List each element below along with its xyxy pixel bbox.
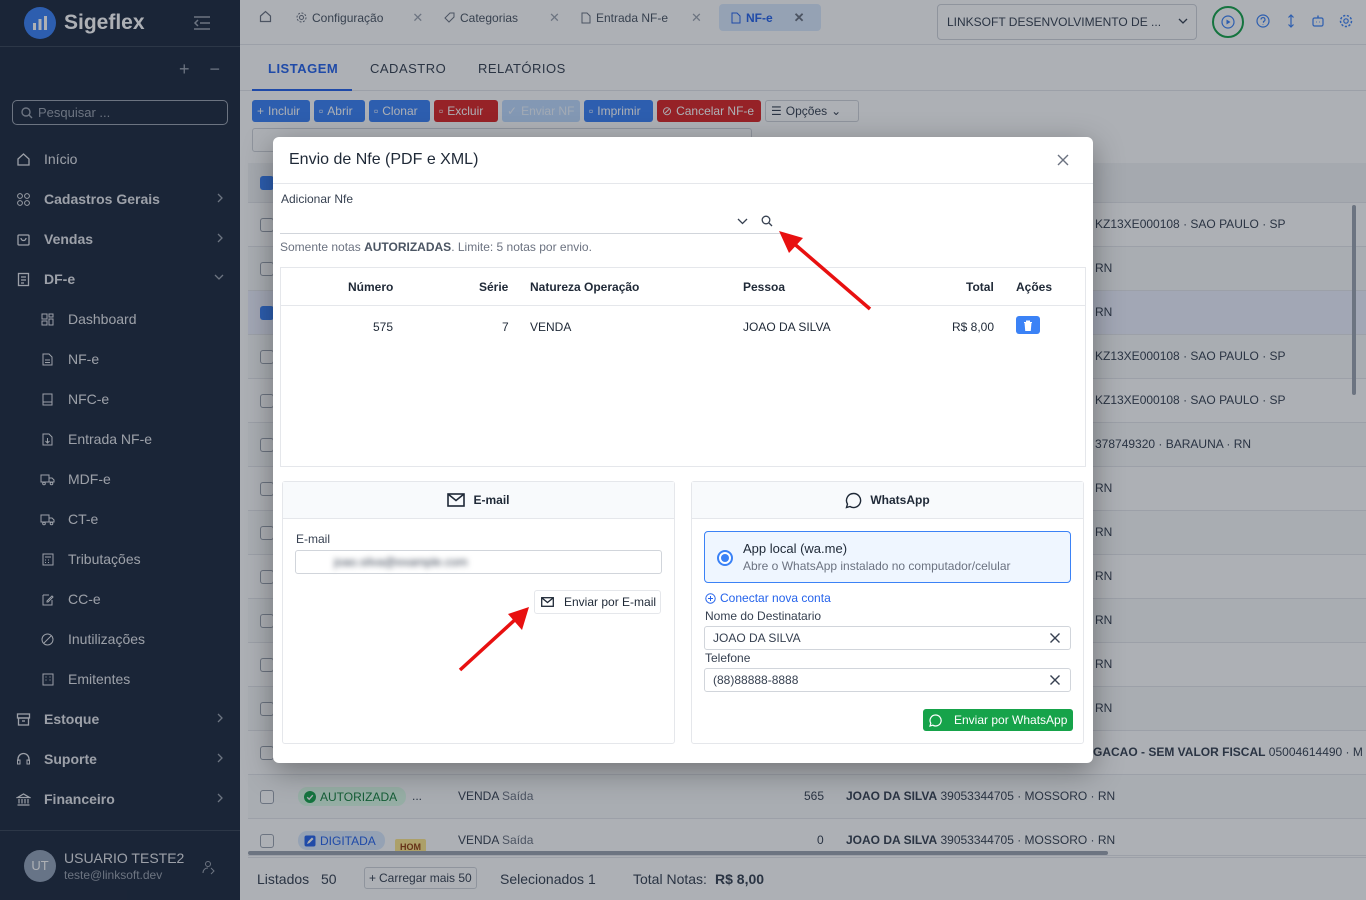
connect-account-label: Conectar nova conta: [720, 591, 831, 605]
send-email-button[interactable]: Enviar por E-mail: [534, 590, 662, 614]
column-header: Pessoa: [743, 280, 786, 294]
option-title: App local (wa.me): [743, 541, 848, 556]
clear-icon[interactable]: [1049, 674, 1061, 686]
column-header: Ações: [1016, 280, 1053, 294]
recipient-name-label: Nome do Destinatario: [705, 609, 822, 623]
connect-account-link[interactable]: Conectar nova conta: [705, 591, 831, 605]
column-header: Número: [348, 280, 394, 294]
column-header: Total: [966, 280, 994, 294]
email-field[interactable]: [295, 550, 662, 574]
remove-nfe-button[interactable]: [1016, 316, 1040, 334]
plus-circle-icon: [705, 592, 716, 604]
search-icon[interactable]: [761, 215, 773, 227]
email-card-title: E-mail: [473, 493, 510, 507]
phone-input[interactable]: [713, 673, 1013, 687]
close-icon[interactable]: [1055, 152, 1071, 168]
send-whatsapp-label: Enviar por WhatsApp: [954, 713, 1068, 727]
whatsapp-card-title: WhatsApp: [870, 493, 930, 507]
dialog-title: Envio de Nfe (PDF e XML): [289, 151, 479, 168]
trash-icon: [1024, 320, 1032, 331]
cell-numero: 575: [373, 320, 394, 334]
add-nfe-field[interactable]: [280, 210, 780, 234]
add-nfe-hint: Somente notas AUTORIZADAS. Limite: 5 not…: [280, 240, 592, 254]
clear-icon[interactable]: [1049, 632, 1061, 644]
hint-bold: AUTORIZADAS: [364, 240, 452, 254]
cell-pessoa: JOAO DA SILVA: [743, 320, 831, 334]
mail-icon: [447, 493, 466, 507]
nfe-table: Número Série Natureza Operação Pessoa To…: [280, 267, 1086, 467]
cell-total: R$ 8,00: [952, 320, 995, 334]
email-label: E-mail: [296, 532, 331, 546]
cell-serie: 7: [502, 320, 509, 334]
whatsapp-icon: [929, 713, 942, 727]
wa-local-option[interactable]: App local (wa.me) Abre o WhatsApp instal…: [704, 531, 1071, 583]
chevron-down-icon[interactable]: [737, 218, 748, 225]
recipient-name-field[interactable]: [704, 626, 1071, 650]
email-input[interactable]: [304, 555, 604, 569]
wa-local-radio[interactable]: [717, 550, 733, 566]
header-divider: [281, 305, 1085, 306]
whatsapp-card: WhatsApp App local (wa.me) Abre o WhatsA…: [691, 481, 1084, 744]
recipient-name-input[interactable]: [713, 631, 1013, 645]
column-header: Natureza Operação: [530, 280, 640, 294]
send-email-label: Enviar por E-mail: [564, 595, 657, 609]
mail-icon: [541, 597, 554, 607]
add-nfe-label: Adicionar Nfe: [281, 192, 354, 206]
column-header: Série: [479, 280, 509, 294]
email-card: E-mail E-mail Enviar por E-mail: [282, 481, 675, 744]
hint-suffix: . Limite: 5 notas por envio.: [451, 240, 592, 254]
phone-label: Telefone: [705, 651, 751, 665]
cell-natureza: VENDA: [530, 320, 572, 334]
add-nfe-input[interactable]: [280, 210, 720, 232]
phone-field[interactable]: [704, 668, 1071, 692]
hint-prefix: Somente notas: [280, 240, 361, 254]
option-description: Abre o WhatsApp instalado no computador/…: [743, 559, 1011, 573]
send-whatsapp-button[interactable]: Enviar por WhatsApp: [923, 709, 1074, 731]
whatsapp-icon: [845, 492, 862, 509]
send-nfe-dialog: Envio de Nfe (PDF e XML) Adicionar Nfe S…: [273, 137, 1093, 763]
